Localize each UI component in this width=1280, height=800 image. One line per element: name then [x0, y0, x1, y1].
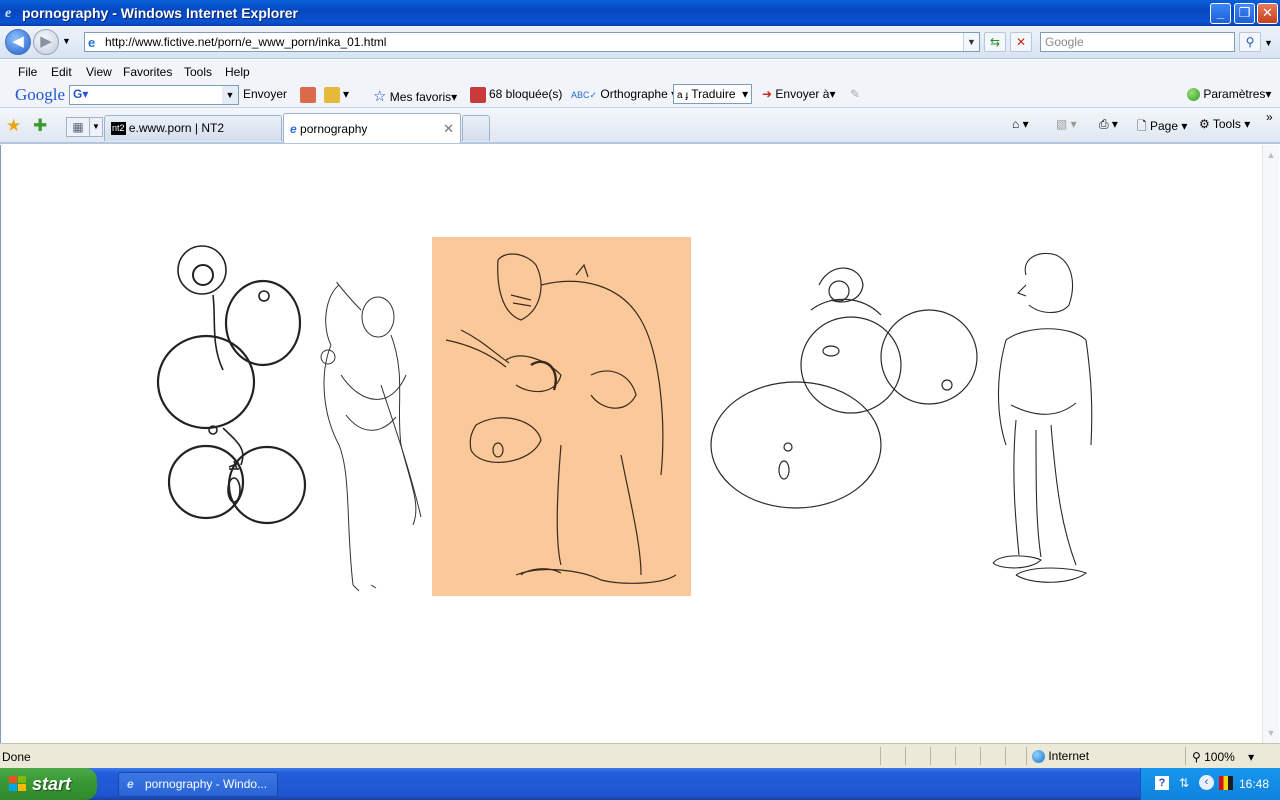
google-send-button[interactable]: Envoyer — [243, 87, 287, 101]
zoom-level[interactable]: ⚲ 100% ▾ — [1192, 750, 1254, 764]
close-button[interactable]: ✕ — [1257, 3, 1278, 24]
status-bar: Done Internet ⚲ 100% ▾ — [0, 743, 1280, 768]
address-dropdown-icon[interactable]: ▼ — [963, 33, 979, 51]
print-icon[interactable]: ⎙ ▾ — [1099, 117, 1118, 132]
google-search-input[interactable]: G▾ ▼ — [69, 85, 239, 105]
taskbar: start e pornography - Windo... ? ⇅ ‹ 16:… — [0, 768, 1280, 800]
drawing-dancing-figure — [320, 282, 422, 592]
back-button[interactable]: ◀ — [5, 29, 31, 55]
nt2-favicon-icon: nt2 — [111, 122, 126, 136]
search-input[interactable]: Google — [1040, 32, 1235, 52]
ie-favicon-icon: e — [290, 122, 297, 136]
tab-nt2[interactable]: nt2 e.www.porn | NT2 — [104, 115, 282, 141]
drawing-standing-man — [992, 252, 1093, 583]
menu-tools[interactable]: Tools — [184, 65, 212, 79]
maximize-button[interactable]: ❐ — [1234, 3, 1255, 24]
tools-menu-button[interactable]: ⚙ Tools ▾ — [1199, 117, 1250, 131]
language-icon[interactable] — [1219, 776, 1233, 790]
page-content — [0, 145, 1262, 743]
ie-logo-icon: e — [4, 5, 18, 22]
highlight-icon[interactable]: ✎ — [850, 87, 860, 101]
send-to-button[interactable]: ➜ Envoyer à▾ — [762, 87, 835, 101]
menu-edit[interactable]: Edit — [51, 65, 72, 79]
start-label: start — [32, 774, 72, 794]
tab-label: e.www.porn | NT2 — [128, 121, 225, 135]
system-tray: ? ⇅ ‹ 16:48 — [1140, 768, 1280, 800]
refresh-button[interactable]: ⇆ — [984, 32, 1006, 52]
google-logo: Google — [15, 85, 66, 104]
translate-button[interactable]: a ɟ Traduire ▾ — [673, 84, 753, 104]
navigation-bar: ◀ ▶ ▼ e http://www.fictive.net/porn/e_ww… — [0, 26, 1280, 59]
google-search-dropdown-icon[interactable]: ▼ — [222, 86, 238, 104]
menu-bar: File Edit View Favorites Tools Help — [0, 60, 1280, 82]
menu-file[interactable]: File — [18, 65, 37, 79]
artwork-canvas — [156, 237, 1093, 596]
home-icon[interactable]: ⌂ ▾ — [1012, 117, 1029, 131]
orange-panel — [432, 237, 691, 596]
windows-flag-icon — [9, 776, 27, 792]
security-zone[interactable]: Internet — [1032, 749, 1089, 764]
tray-expand-icon[interactable]: ‹ — [1199, 775, 1214, 790]
taskbar-item-ie[interactable]: e pornography - Windo... — [118, 772, 278, 797]
minimize-button[interactable]: _ — [1210, 3, 1231, 24]
help-icon[interactable]: ? — [1155, 776, 1169, 790]
drawing-cloud-forms — [710, 267, 978, 509]
settings-button[interactable]: Paramètres▾ — [1187, 87, 1271, 102]
menu-help[interactable]: Help — [225, 65, 250, 79]
ie-taskbar-icon: e — [127, 777, 134, 791]
drawing-abstract-forms — [156, 245, 307, 525]
svg-text:e: e — [5, 6, 11, 19]
menu-favorites[interactable]: Favorites — [123, 65, 172, 79]
window-title: pornography - Windows Internet Explorer — [22, 5, 299, 21]
tab-pornography[interactable]: e pornography ✕ — [283, 113, 461, 143]
google-g-icon: G▾ — [73, 87, 89, 101]
favorites-star-icon[interactable]: ★ — [6, 116, 21, 136]
toolbar-overflow-icon[interactable]: » — [1266, 110, 1273, 124]
page-menu-button[interactable]: 🗋 Page ▾ — [1137, 117, 1187, 138]
menu-view[interactable]: View — [86, 65, 112, 79]
history-dropdown-icon[interactable]: ▼ — [62, 36, 71, 46]
quick-tabs-icon[interactable]: ▦ — [66, 117, 90, 137]
globe-icon — [1032, 750, 1045, 764]
address-bar[interactable]: e http://www.fictive.net/porn/e_www_porn… — [84, 32, 980, 52]
spelling-button[interactable]: ABC✓ Orthographe ▾ — [571, 87, 677, 101]
scroll-down-icon[interactable]: ▼ — [1263, 725, 1279, 741]
clock[interactable]: 16:48 — [1239, 777, 1269, 791]
add-favorite-icon[interactable]: ✚ — [33, 116, 47, 136]
google-news-icon[interactable] — [300, 87, 319, 103]
google-toolbar: Google G▾ ▼ Envoyer ▾ ☆ Mes favoris▾ 68 … — [0, 82, 1280, 108]
start-button[interactable]: start — [0, 768, 97, 800]
stop-button[interactable]: ✕ — [1010, 32, 1032, 52]
google-bookmarks-icon[interactable]: ▾ — [324, 87, 349, 103]
tab-bar: ★ ✚ ▦ ▼ nt2 e.www.porn | NT2 e pornograp… — [0, 108, 1280, 144]
new-tab-button[interactable] — [462, 115, 490, 141]
network-icon[interactable]: ⇅ — [1179, 776, 1189, 790]
forward-button[interactable]: ▶ — [33, 29, 59, 55]
search-icon[interactable]: ⚲ — [1239, 32, 1261, 52]
vertical-scrollbar[interactable]: ▲ ▼ — [1262, 145, 1279, 743]
page-icon: e — [88, 35, 96, 50]
close-tab-icon[interactable]: ✕ — [443, 114, 454, 143]
popup-blocker-button[interactable]: 68 bloquée(s) — [470, 87, 562, 103]
feeds-icon[interactable]: ▧ ▾ — [1056, 117, 1077, 131]
google-favorites-button[interactable]: ☆ Mes favoris▾ — [373, 87, 457, 105]
address-text: http://www.fictive.net/porn/e_www_porn/i… — [105, 35, 387, 49]
scroll-up-icon[interactable]: ▲ — [1263, 147, 1279, 163]
title-bar: e pornography - Windows Internet Explore… — [0, 0, 1280, 26]
search-options-icon[interactable]: ▼ — [1264, 38, 1273, 48]
status-text: Done — [2, 750, 31, 764]
tab-label: pornography — [300, 122, 368, 136]
tab-list-icon[interactable]: ▼ — [89, 117, 103, 137]
